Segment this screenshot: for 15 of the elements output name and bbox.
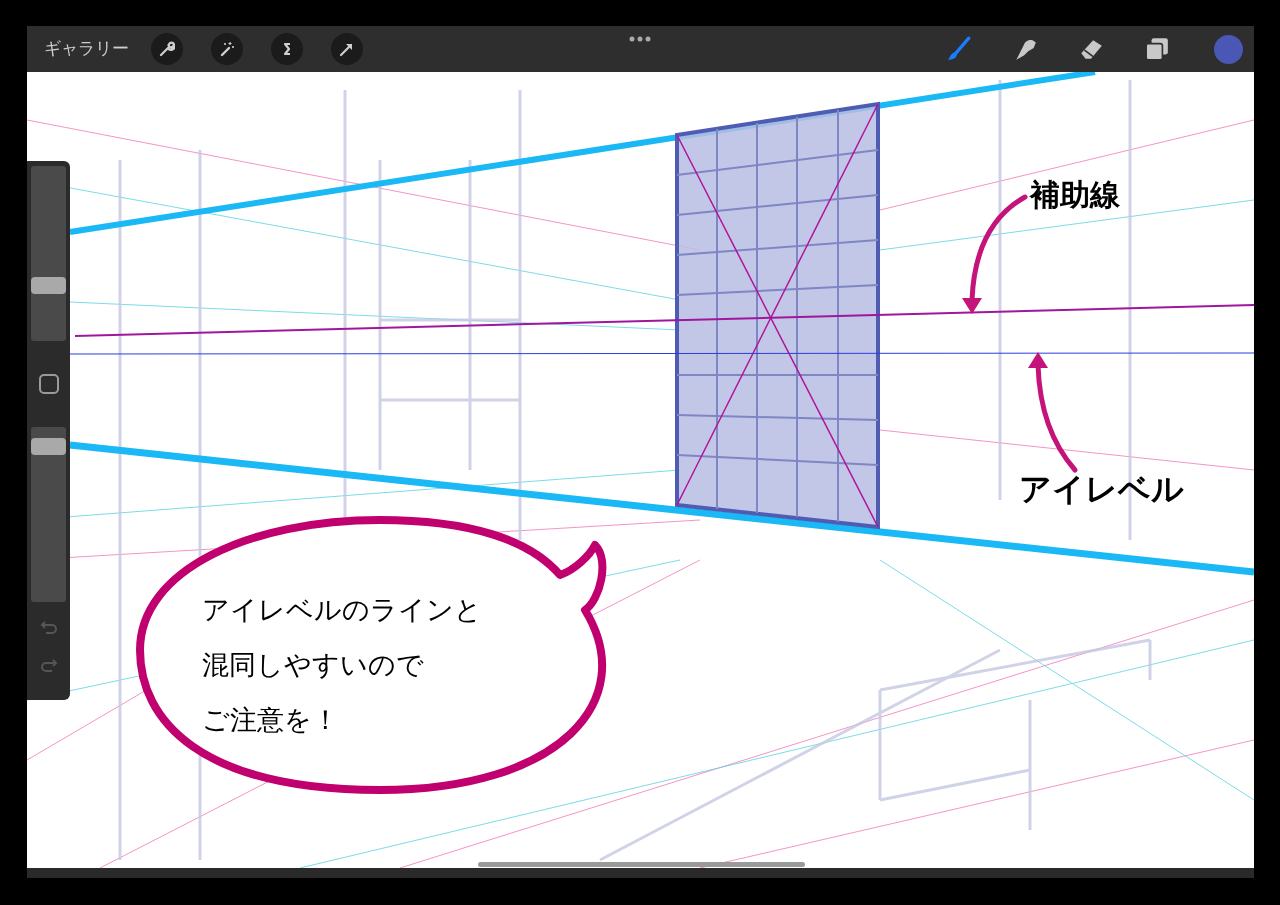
slider-thumb[interactable] bbox=[31, 276, 66, 294]
wrench-icon[interactable] bbox=[151, 33, 183, 65]
color-swatch[interactable] bbox=[1214, 34, 1243, 64]
slider-thumb[interactable] bbox=[31, 438, 66, 456]
speech-bubble-text: アイレベルのラインと 混同しやすいので ご注意を！ bbox=[202, 593, 482, 737]
modify-button[interactable] bbox=[38, 374, 59, 394]
magic-wand-icon[interactable] bbox=[211, 33, 243, 65]
gallery-button[interactable]: ギャラリー bbox=[44, 36, 129, 62]
more-icon[interactable] bbox=[629, 36, 651, 42]
layers-icon[interactable] bbox=[1144, 36, 1170, 62]
brush-icon[interactable] bbox=[946, 36, 972, 62]
brush-size-slider[interactable] bbox=[31, 166, 66, 341]
opacity-slider[interactable] bbox=[31, 427, 66, 602]
annotation-label: 補助線 bbox=[1030, 176, 1120, 214]
annotation-label: アイレベル bbox=[1019, 469, 1184, 510]
